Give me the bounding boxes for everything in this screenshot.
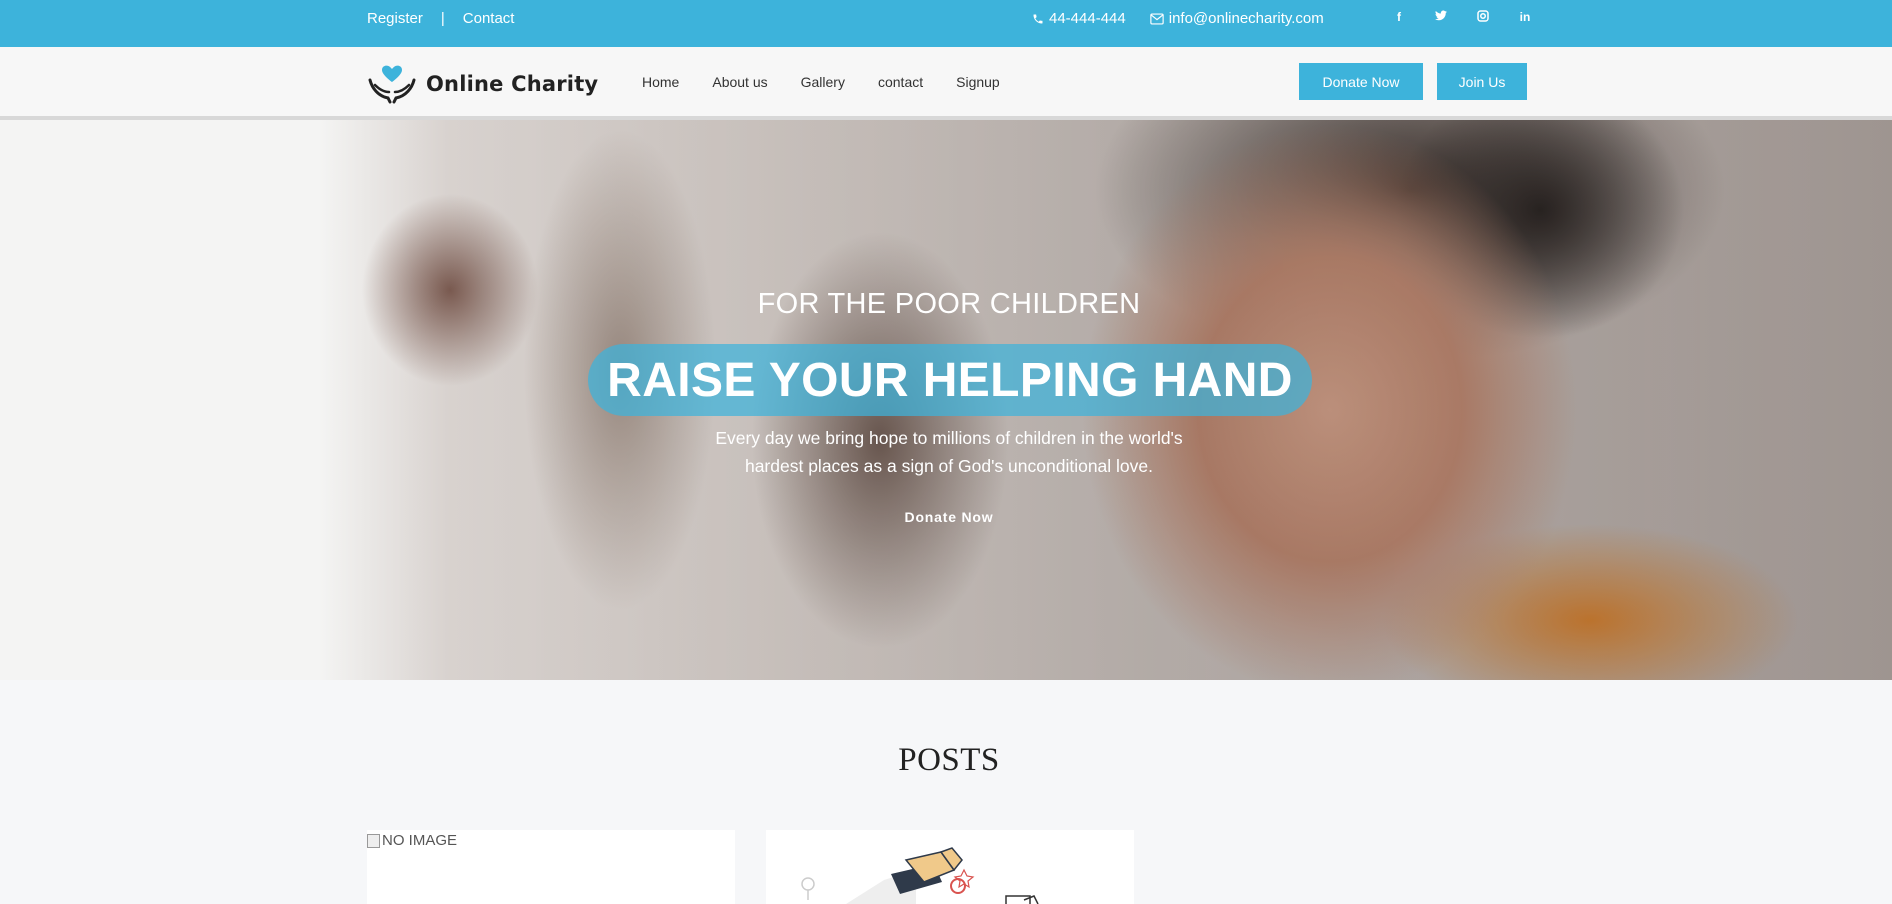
email-info: info@onlinecharity.com <box>1150 10 1324 27</box>
twitter-icon[interactable] <box>1420 10 1462 25</box>
post-card[interactable]: NO IMAGE <box>367 830 735 904</box>
top-links: Register | Contact <box>367 10 514 27</box>
hero-description-line-1: Every day we bring hope to millions of c… <box>715 428 1183 448</box>
broken-image: NO IMAGE <box>367 832 457 849</box>
nav-item-home[interactable]: Home <box>642 74 679 90</box>
separator: | <box>440 10 445 27</box>
hero-title-pill: RAISE YOUR HELPING HAND <box>588 344 1312 416</box>
contact-link[interactable]: Contact <box>463 10 515 27</box>
hero-subtitle: FOR THE POOR CHILDREN <box>757 288 1141 320</box>
nav-item-gallery[interactable]: Gallery <box>801 74 845 90</box>
phone-icon <box>1033 14 1043 23</box>
facebook-icon[interactable]: f <box>1378 10 1420 25</box>
nav-item-signup[interactable]: Signup <box>956 74 1000 90</box>
join-us-button[interactable]: Join Us <box>1437 63 1527 100</box>
hero-description: Every day we bring hope to millions of c… <box>0 424 1892 480</box>
broken-image-icon <box>367 833 380 848</box>
envelope-icon <box>1150 12 1164 25</box>
instagram-icon[interactable] <box>1462 10 1504 25</box>
charity-hands-heart-icon <box>368 65 416 104</box>
nav-item-about-us[interactable]: About us <box>712 74 767 90</box>
broken-image-alt: NO IMAGE <box>382 832 458 849</box>
site-logo[interactable]: Online Charity <box>366 64 598 104</box>
social-links: f in <box>1378 10 1546 25</box>
donation-illustration <box>801 847 1039 904</box>
posts-heading: POSTS <box>898 742 1000 778</box>
hero-title: RAISE YOUR HELPING HAND <box>607 353 1293 407</box>
main-navbar: Online Charity Home About us Gallery con… <box>0 47 1892 120</box>
email-address[interactable]: info@onlinecharity.com <box>1169 10 1324 27</box>
post-card[interactable] <box>766 830 1134 904</box>
register-link[interactable]: Register <box>367 10 423 27</box>
top-bar: Register | Contact 44-444-444 info@onlin… <box>0 0 1892 47</box>
donate-now-button[interactable]: Donate Now <box>1299 63 1423 100</box>
phone-info: 44-444-444 <box>1032 10 1126 27</box>
phone-number[interactable]: 44-444-444 <box>1049 10 1126 27</box>
linkedin-icon[interactable]: in <box>1504 10 1546 25</box>
hero-donate-link[interactable]: Donate Now <box>0 509 1892 525</box>
hero-description-line-2: hardest places as a sign of God's uncond… <box>744 456 1154 476</box>
nav-item-contact[interactable]: contact <box>878 74 923 90</box>
logo-text: Online Charity <box>426 72 599 96</box>
contact-info: 44-444-444 info@onlinecharity.com <box>1032 10 1324 27</box>
hero-banner: FOR THE POOR CHILDREN RAISE YOUR HELPING… <box>0 120 1892 680</box>
main-menu: Home About us Gallery contact Signup <box>642 74 1000 90</box>
